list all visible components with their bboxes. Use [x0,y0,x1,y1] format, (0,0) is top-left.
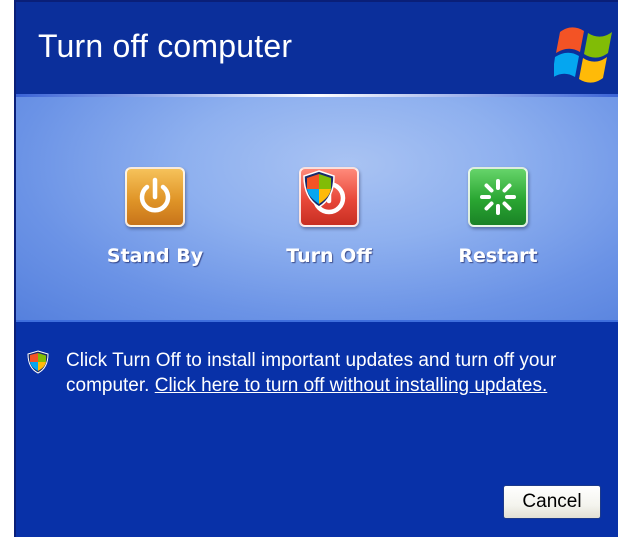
title-bar: Turn off computer [16,2,618,96]
options-panel: Stand By Turn Off Restart [16,97,618,321]
stand-by-button[interactable] [125,167,185,227]
restart-button[interactable] [468,167,528,227]
security-shield-icon [27,350,49,374]
cancel-button[interactable]: Cancel [503,485,601,519]
power-icon [139,177,171,213]
update-message: Click Turn Off to install important upda… [26,348,596,398]
restart-option[interactable]: Restart [428,167,568,267]
dialog-title: Turn off computer [38,28,293,64]
message-body: Click Turn Off to install important upda… [66,348,596,398]
security-shield-icon [303,170,335,208]
windows-xp-flag-icon [554,27,612,83]
turn-off-label: Turn Off [286,245,372,267]
stand-by-option[interactable]: Stand By [85,167,225,267]
turn-off-button[interactable] [299,167,359,227]
restart-label: Restart [458,245,538,267]
restart-icon [480,179,516,215]
turn-off-computer-dialog: Turn off computer Stand By Turn Off Rest… [14,0,618,537]
turn-off-without-updates-link[interactable]: Click here to turn off without installin… [155,375,548,396]
options-separator [16,320,618,322]
stand-by-label: Stand By [106,245,204,267]
turn-off-option[interactable]: Turn Off [259,167,399,267]
